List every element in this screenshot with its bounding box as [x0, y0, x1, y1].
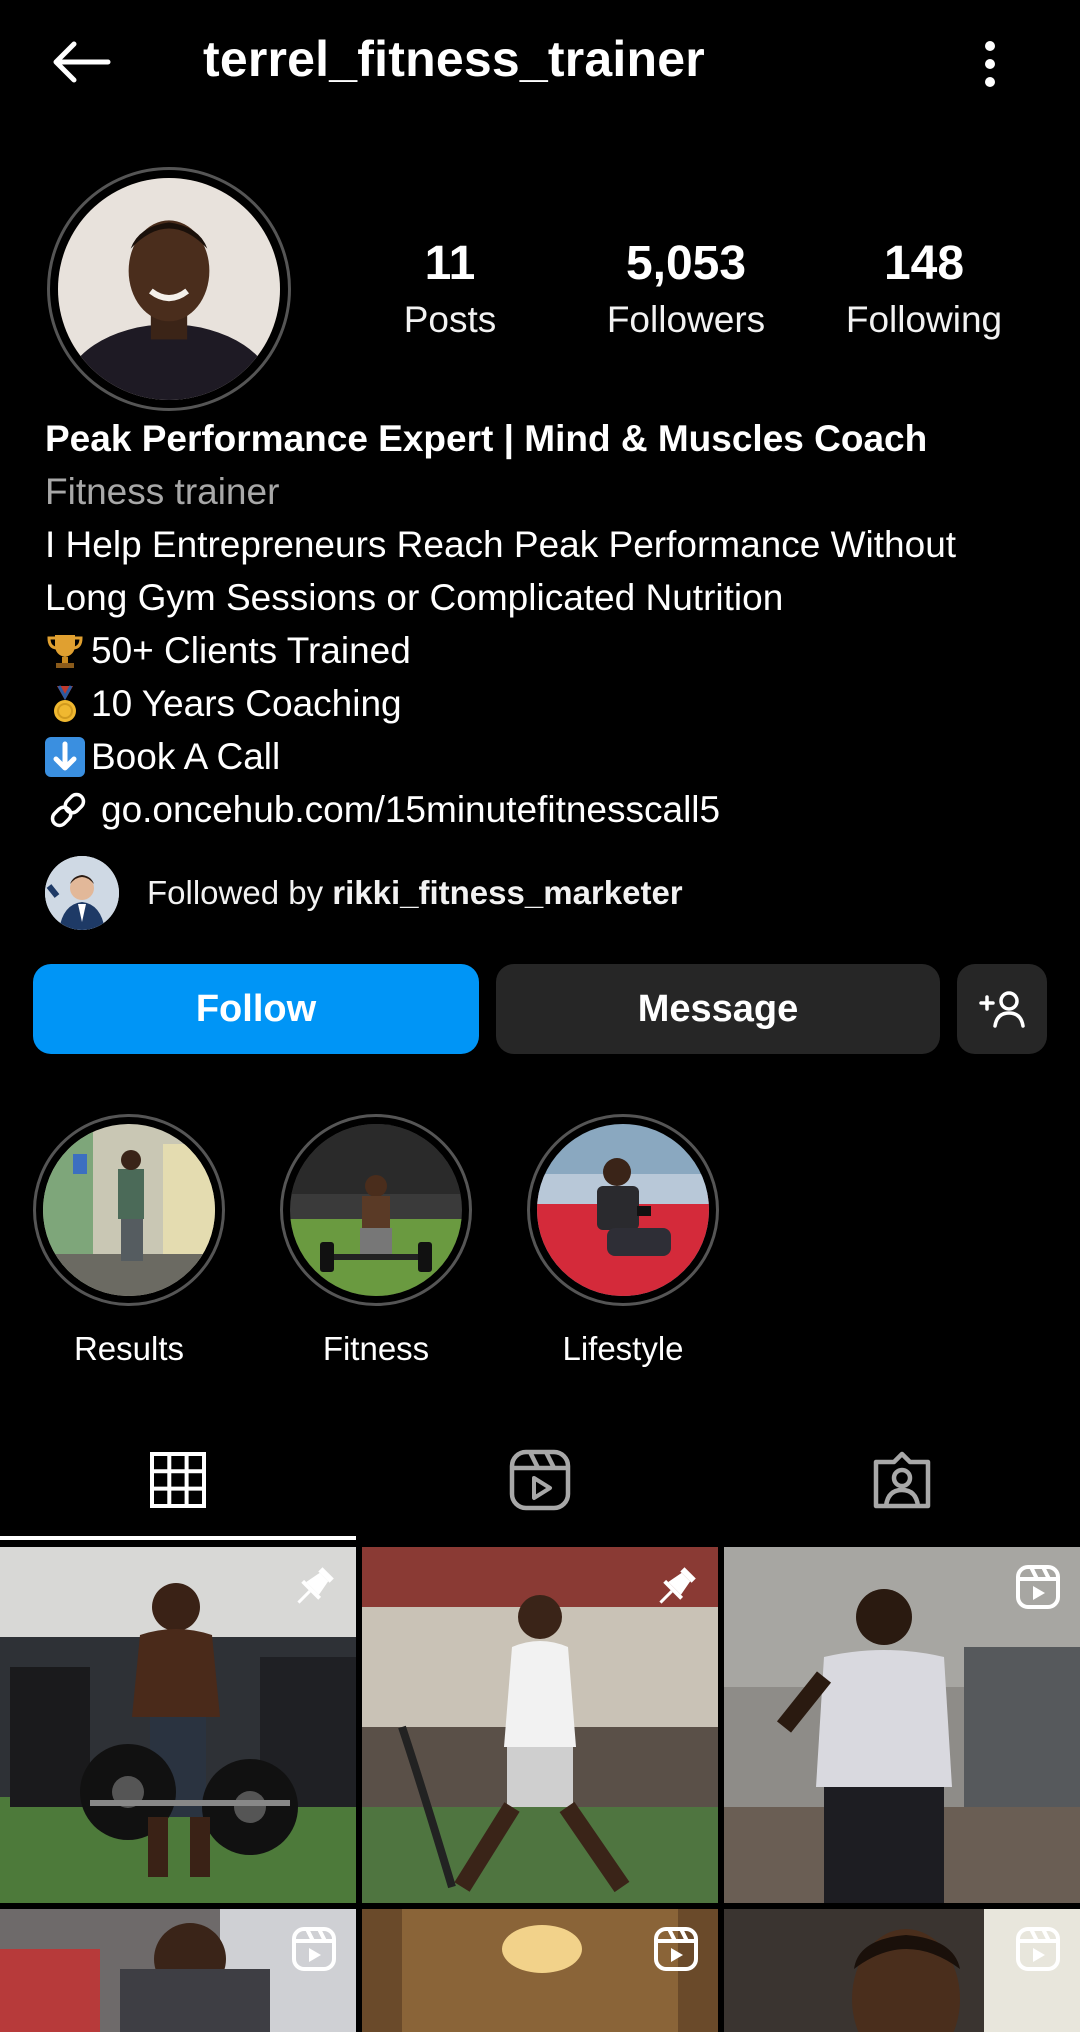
highlight-cover — [537, 1124, 709, 1296]
tagged-icon — [873, 1451, 931, 1509]
following-count-label: Following — [845, 299, 1003, 340]
profile-tabs — [0, 1420, 1080, 1540]
bio-link[interactable]: go.oncehub.com/15minutefitnesscall5 — [45, 783, 1045, 836]
profile-category: Fitness trainer — [45, 471, 280, 512]
active-tab-indicator — [0, 1536, 356, 1540]
link-icon — [45, 787, 91, 833]
add-user-icon — [979, 991, 1025, 1028]
profile-avatar[interactable] — [47, 167, 291, 411]
reel-icon — [288, 1923, 340, 1975]
highlight-ring — [280, 1114, 472, 1306]
bio-line: I Help Entrepreneurs Reach Peak Performa… — [45, 524, 957, 565]
highlight-results[interactable]: Results — [33, 1114, 225, 1368]
highlight-lifestyle[interactable]: Lifestyle — [527, 1114, 719, 1368]
followed-by[interactable]: Followed by rikki_fitness_marketer — [45, 856, 683, 930]
suggested-users-button[interactable] — [957, 964, 1047, 1054]
tab-posts[interactable] — [0, 1420, 356, 1540]
followed-by-prefix: Followed by — [147, 874, 333, 911]
highlight-label: Fitness — [322, 1330, 430, 1367]
profile-photo — [58, 178, 280, 400]
highlight-cover — [43, 1124, 215, 1296]
more-vertical-icon — [985, 41, 995, 87]
bio-bullet: Book A Call — [45, 730, 1045, 783]
posts-grid-icon — [150, 1452, 206, 1508]
posts-count-value: 11 — [424, 237, 476, 290]
trophy-icon — [45, 631, 85, 671]
follow-button[interactable]: Follow — [33, 964, 479, 1054]
top-bar: terrel_fitness_trainer — [0, 0, 1080, 124]
followed-by-text: Followed by rikki_fitness_marketer — [147, 874, 683, 912]
down-arrow-icon — [45, 736, 85, 777]
post-thumbnail[interactable] — [362, 1547, 718, 1903]
followers-count[interactable]: 5,053 Followers — [576, 236, 796, 341]
post-thumbnail[interactable] — [362, 1909, 718, 2032]
pinned-icon — [650, 1561, 702, 1613]
post-thumbnail[interactable] — [724, 1909, 1080, 2032]
reels-icon — [509, 1449, 571, 1511]
bio-line: Long Gym Sessions or Complicated Nutriti… — [45, 577, 784, 618]
followed-by-user[interactable]: rikki_fitness_marketer — [332, 874, 682, 911]
pinned-icon — [288, 1561, 340, 1613]
bio-bullet-text: 10 Years Coaching — [91, 683, 402, 724]
post-thumbnail[interactable] — [0, 1909, 356, 2032]
post-thumbnail[interactable] — [0, 1547, 356, 1903]
following-count[interactable]: 148 Following — [814, 236, 1034, 341]
display-name: Peak Performance Expert | Mind & Muscles… — [45, 418, 928, 459]
posts-count[interactable]: 11 Posts — [340, 236, 560, 341]
back-arrow-icon — [53, 41, 111, 83]
message-button[interactable]: Message — [496, 964, 940, 1054]
followers-count-value: 5,053 — [625, 237, 747, 290]
tab-reels[interactable] — [362, 1420, 718, 1540]
highlight-ring — [527, 1114, 719, 1306]
reel-icon — [650, 1923, 702, 1975]
bio-bullet-text: Book A Call — [91, 736, 281, 777]
follower-avatar — [45, 856, 119, 930]
bio-link-text[interactable]: go.oncehub.com/15minutefitnesscall5 — [101, 783, 720, 836]
bio-bullet: 10 Years Coaching — [45, 677, 1045, 730]
highlight-fitness[interactable]: Fitness — [280, 1114, 472, 1368]
reel-icon — [1012, 1561, 1064, 1613]
highlight-label: Results — [73, 1330, 185, 1367]
profile-bio: Peak Performance Expert | Mind & Muscles… — [45, 412, 1045, 836]
back-button[interactable] — [40, 30, 120, 94]
posts-count-label: Posts — [403, 299, 497, 340]
reel-icon — [1012, 1923, 1064, 1975]
highlight-label: Lifestyle — [562, 1330, 684, 1367]
medal-icon — [45, 684, 85, 724]
post-thumbnail[interactable] — [724, 1547, 1080, 1903]
followers-count-label: Followers — [606, 299, 766, 340]
following-count-value: 148 — [883, 237, 965, 290]
bio-bullet-text: 50+ Clients Trained — [91, 630, 411, 671]
highlight-cover — [290, 1124, 462, 1296]
more-options-button[interactable] — [960, 32, 1020, 96]
bio-bullet: 50+ Clients Trained — [45, 624, 1045, 677]
highlight-ring — [33, 1114, 225, 1306]
profile-username: terrel_fitness_trainer — [203, 31, 705, 87]
tab-tagged[interactable] — [724, 1420, 1080, 1540]
